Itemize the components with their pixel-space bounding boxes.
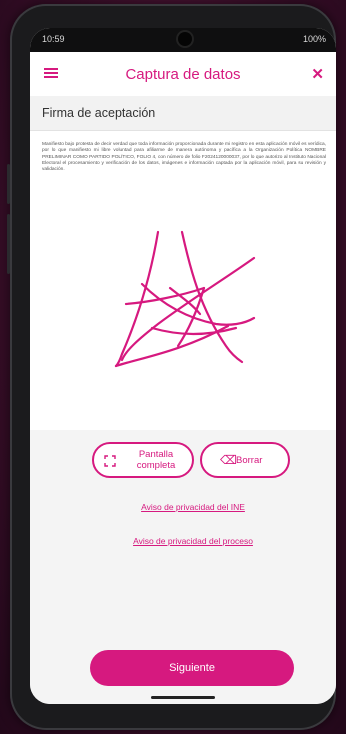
- app-bar: Captura de datos ✕: [30, 52, 336, 97]
- signature-stroke: [168, 286, 202, 316]
- fullscreen-label-line2: completa: [136, 460, 176, 471]
- fullscreen-button[interactable]: Pantalla completa: [92, 442, 194, 478]
- clear-button[interactable]: ⌫ Borrar: [200, 442, 290, 478]
- eraser-icon: ⌫: [220, 453, 237, 467]
- next-button[interactable]: Siguiente: [90, 650, 294, 686]
- section-title: Firma de aceptación: [42, 106, 156, 120]
- status-bar: 10:59 100%: [30, 28, 336, 52]
- app-title: Captura de datos: [125, 66, 241, 83]
- signature-stroke: [114, 230, 160, 368]
- camera-icon: [178, 32, 192, 46]
- status-time: 10:59: [42, 34, 65, 44]
- phone-frame: 10:59 100% Captura de datos ✕ Firma de a…: [7, 4, 336, 730]
- section-header: Firma de aceptación: [30, 96, 336, 131]
- ine-privacy-link[interactable]: Aviso de privacidad del INE: [30, 502, 336, 512]
- home-indicator: [151, 696, 215, 699]
- close-icon[interactable]: ✕: [311, 65, 324, 83]
- power-button: [7, 214, 10, 274]
- fullscreen-label-line1: Pantalla: [138, 449, 174, 460]
- fullscreen-label: Pantalla completa: [124, 449, 188, 471]
- signature-stroke: [124, 286, 206, 306]
- process-privacy-link[interactable]: Aviso de privacidad del proceso: [30, 536, 336, 546]
- expand-icon: [104, 455, 116, 467]
- clear-label: Borrar: [236, 455, 263, 466]
- disclaimer-text: Manifiesto bajo protesta de decir verdad…: [42, 142, 326, 173]
- volume-button: [7, 164, 10, 204]
- battery-level: 100%: [302, 34, 326, 44]
- screen: 10:59 100% Captura de datos ✕ Firma de a…: [30, 28, 336, 704]
